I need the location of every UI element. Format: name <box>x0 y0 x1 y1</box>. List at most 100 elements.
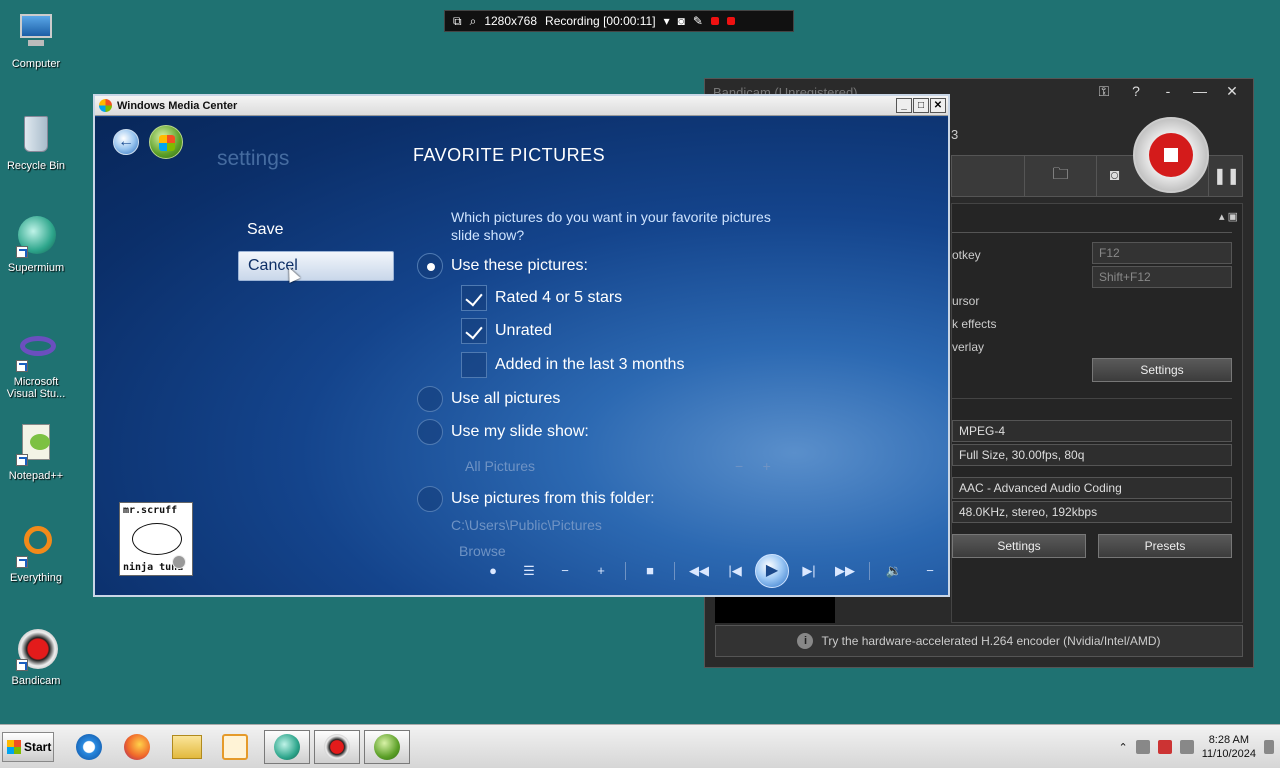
checkbox-checked-icon[interactable] <box>461 318 487 344</box>
window-select-icon[interactable]: ⧉ <box>453 14 462 29</box>
folder-icon: 🗀 <box>1052 165 1069 183</box>
window-controls: _ □ ✕ <box>896 98 946 113</box>
windows-orb-icon <box>374 734 400 760</box>
skip-forward-icon[interactable]: ▶| <box>791 553 827 589</box>
divider <box>952 398 1232 399</box>
desktop-icon-label: Bandicam <box>11 675 61 687</box>
guide-list-icon[interactable]: ☰ <box>511 553 547 589</box>
hotkey-label: otkey <box>952 248 981 262</box>
taskbar-internet-explorer[interactable] <box>66 730 112 764</box>
option-use-slide-show[interactable]: Use my slide show: <box>417 419 589 445</box>
back-arrow-icon[interactable]: ← <box>113 129 139 155</box>
option-use-folder[interactable]: Use pictures from this folder: <box>417 486 655 512</box>
option-rated[interactable]: Rated 4 or 5 stars <box>461 285 622 311</box>
settings-button-bottom[interactable]: Settings <box>952 534 1086 558</box>
video-detail-value: Full Size, 30.00fps, 80q <box>952 444 1232 466</box>
separator <box>674 562 675 580</box>
cancel-button[interactable]: Cancel <box>238 251 394 281</box>
now-playing-album-art[interactable]: mr.scruff ninja tuna <box>119 502 193 576</box>
radio-unselected-icon[interactable] <box>417 486 443 512</box>
option-unrated[interactable]: Unrated <box>461 318 552 344</box>
close-button[interactable]: ✕ <box>930 98 946 113</box>
network-icon[interactable] <box>1135 740 1150 754</box>
skip-back-icon[interactable]: |◀ <box>717 553 753 589</box>
minimize-button[interactable]: — <box>1187 81 1213 101</box>
desktop-icon-everything[interactable]: Everything <box>4 524 68 584</box>
clock[interactable]: 8:28 AM 11/10/2024 <box>1202 733 1256 761</box>
channel-down-icon[interactable]: − <box>547 553 583 589</box>
checkbox-checked-icon[interactable] <box>461 285 487 311</box>
folder-tab[interactable]: 🗀 <box>1024 156 1096 196</box>
option-use-all-pictures[interactable]: Use all pictures <box>417 386 560 412</box>
play-icon[interactable]: ▶ <box>755 554 789 588</box>
radio-unselected-icon[interactable] <box>417 419 443 445</box>
fast-forward-icon[interactable]: ▶▶ <box>827 553 863 589</box>
radio-selected-icon[interactable] <box>417 253 443 279</box>
computer-icon <box>14 10 58 54</box>
record-icon[interactable]: ● <box>475 553 511 589</box>
taskbar-firefox[interactable] <box>114 730 160 764</box>
minimize-to-tray-button[interactable]: - <box>1155 81 1181 101</box>
preview-thumbnail <box>715 597 835 623</box>
supermium-icon <box>274 734 300 760</box>
dropdown-icon[interactable]: ▾ <box>664 14 670 28</box>
desktop-icon-recycle-bin[interactable]: Recycle Bin <box>4 112 68 172</box>
volume-muted-icon[interactable] <box>1157 740 1172 754</box>
desktop-icon-supermium[interactable]: Supermium <box>4 214 68 274</box>
pencil-icon[interactable]: ✎ <box>693 14 703 28</box>
shortcut-arrow-icon <box>16 556 28 568</box>
taskbar-media-center[interactable] <box>364 730 410 764</box>
info-bar[interactable]: i Try the hardware-accelerated H.264 enc… <box>715 625 1243 657</box>
taskbar-media-player[interactable] <box>212 730 258 764</box>
desktop-icon-label: Everything <box>10 572 62 584</box>
separator <box>869 562 870 580</box>
slideshow-stepper[interactable]: − + <box>735 458 771 474</box>
screenshot-tab[interactable]: ◙ <box>1096 156 1132 196</box>
show-desktop-icon[interactable] <box>1264 740 1274 754</box>
taskbar-bandicam[interactable] <box>314 730 360 764</box>
save-button[interactable]: Save <box>247 221 283 239</box>
start-button[interactable]: Start <box>2 732 54 762</box>
stop-record-icon[interactable] <box>726 17 735 25</box>
help-icon[interactable]: ? <box>1123 81 1149 101</box>
maximize-button[interactable]: □ <box>913 98 929 113</box>
radio-unselected-icon[interactable] <box>417 386 443 412</box>
taskbar-supermium[interactable] <box>264 730 310 764</box>
audio-codec-value: AAC - Advanced Audio Coding <box>952 477 1232 499</box>
channel-up-icon[interactable]: + <box>583 553 619 589</box>
record-stop-button[interactable] <box>1133 117 1209 193</box>
close-button[interactable]: ✕ <box>1219 81 1245 101</box>
windows-start-orb-icon[interactable] <box>149 125 183 159</box>
magnifier-icon[interactable]: ⌕ <box>470 14 477 29</box>
show-hidden-icons-icon[interactable]: ⌃ <box>1119 741 1128 754</box>
desktop-icon-computer[interactable]: Computer <box>4 10 68 70</box>
key-icon[interactable]: ⚿ <box>1091 81 1117 101</box>
desktop-icon-visual-studio[interactable]: Microsoft Visual Stu... <box>4 328 68 400</box>
pause-icon: ❚❚ <box>1213 168 1240 185</box>
record-indicator-icon <box>710 17 719 25</box>
recycle-bin-icon <box>14 112 58 156</box>
action-center-flag-icon[interactable] <box>1179 740 1194 754</box>
checkbox-unchecked-icon[interactable] <box>461 352 487 378</box>
desktop-icon-notepad-plus-plus[interactable]: Notepad++ <box>4 422 68 482</box>
camera-icon[interactable]: ◙ <box>678 14 685 28</box>
collapse-icon[interactable]: ▴ ▣ <box>1219 210 1238 223</box>
stop-icon[interactable]: ■ <box>632 553 668 589</box>
volume-down-icon[interactable]: − <box>912 553 948 589</box>
pause-hotkey-field[interactable]: Shift+F12 <box>1092 266 1232 288</box>
rewind-icon[interactable]: ◀◀ <box>681 553 717 589</box>
pause-button[interactable]: ❚❚ <box>1208 156 1244 196</box>
info-text: Try the hardware-accelerated H.264 encod… <box>821 634 1161 648</box>
volume-up-icon[interactable]: + <box>948 553 950 589</box>
desktop-icon-bandicam[interactable]: Bandicam <box>4 627 68 687</box>
taskbar-explorer[interactable] <box>164 730 210 764</box>
settings-button-top[interactable]: Settings <box>1092 358 1232 382</box>
presets-button[interactable]: Presets <box>1098 534 1232 558</box>
record-hotkey-field[interactable]: F12 <box>1092 242 1232 264</box>
option-use-these-pictures[interactable]: Use these pictures: <box>417 253 588 279</box>
media-center-titlebar[interactable]: Windows Media Center _ □ ✕ <box>95 96 948 116</box>
minimize-button[interactable]: _ <box>896 98 912 113</box>
window-title: Windows Media Center <box>117 99 238 112</box>
option-added-recent[interactable]: Added in the last 3 months <box>461 352 684 378</box>
volume-icon[interactable]: 🔉 <box>876 553 912 589</box>
